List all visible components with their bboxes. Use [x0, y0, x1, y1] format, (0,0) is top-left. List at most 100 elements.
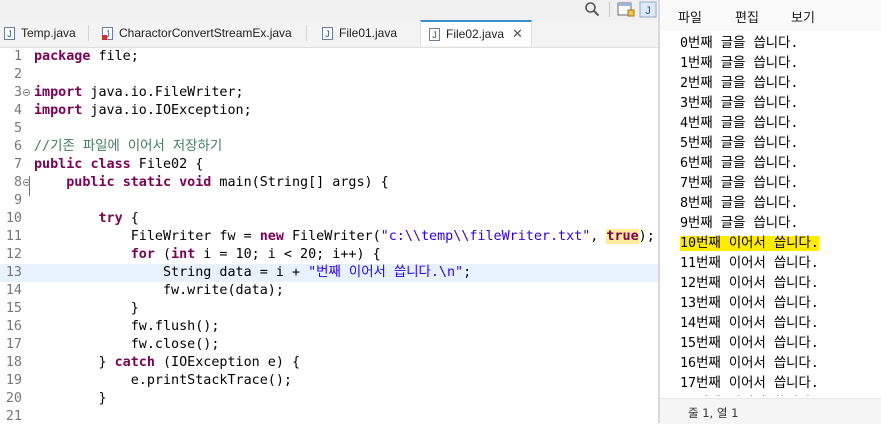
notepad-line: 8번째 글을 씁니다.: [680, 196, 799, 211]
tab-label: Temp.java: [21, 26, 76, 40]
line-number: 16: [5, 319, 22, 334]
tab-file02-java[interactable]: J File02.java ✕: [420, 20, 532, 46]
code-text: FileWriter fw = new FileWriter("c:\\temp…: [34, 229, 655, 244]
line-number: 18: [5, 355, 22, 370]
notepad-menubar: 파일 편집 보기: [660, 0, 881, 31]
line-number: 7: [13, 157, 22, 172]
code-text: fw.write(data);: [34, 283, 284, 298]
notepad-text-area[interactable]: 0번째 글을 씁니다. 1번째 글을 씁니다. 2번째 글을 씁니다. 3번째 글을 …: [680, 34, 880, 396]
notepad-line: 2번째 글을 씁니다.: [680, 76, 799, 91]
code-line[interactable]: 6 //기존 파일에 이어서 저장하기: [0, 138, 658, 156]
line-number: 5: [13, 121, 22, 136]
line-number: 9: [13, 193, 22, 208]
menu-edit[interactable]: 편집: [735, 7, 759, 26]
svg-text:J: J: [7, 29, 12, 39]
code-line[interactable]: 11 FileWriter fw = new FileWriter("c:\\t…: [0, 228, 658, 246]
tab-temp-java[interactable]: J Temp.java: [4, 20, 76, 46]
eclipse-editor-window: J J Temp.java J CharactorConvertStreamEx…: [0, 0, 658, 426]
tab-label: File01.java: [339, 26, 398, 40]
line-number: 1: [13, 49, 22, 64]
line-number: 20: [5, 391, 22, 406]
code-line[interactable]: 4 import java.io.IOException;: [0, 102, 658, 120]
code-line[interactable]: 19 e.printStackTrace();: [0, 372, 658, 390]
notepad-line: 11번째 이어서 씁니다.: [680, 256, 819, 271]
code-text: try {: [98, 211, 139, 226]
notepad-line: 17번째 이어서 씁니다.: [680, 376, 819, 391]
line-number: 10: [5, 211, 22, 226]
notepad-line: 13번째 이어서 씁니다.: [680, 296, 819, 311]
tab-file01-java[interactable]: J File01.java: [322, 20, 397, 46]
code-line[interactable]: 7 public class File02 {: [0, 156, 658, 174]
fold-toggle-icon[interactable]: [23, 89, 30, 96]
gutter-marker: [29, 176, 30, 196]
notepad-line: 12번째 이어서 씁니다.: [680, 276, 819, 291]
code-line[interactable]: 15 }: [0, 300, 658, 318]
menu-file[interactable]: 파일: [678, 7, 702, 26]
close-icon[interactable]: ✕: [512, 26, 523, 42]
line-number: 8: [13, 175, 22, 190]
svg-text:J: J: [432, 30, 437, 40]
code-text: }: [34, 391, 107, 406]
tab-charactorconvertstreamex-java[interactable]: J CharactorConvertStreamEx.java: [102, 20, 292, 46]
notepad-line: 16번째 이어서 씁니다.: [680, 356, 819, 371]
line-number: 14: [5, 283, 22, 298]
svg-text:J: J: [325, 29, 330, 39]
code-text: package file;: [34, 49, 139, 64]
notepad-line: 15번째 이어서 씁니다.: [680, 336, 819, 351]
code-line[interactable]: 8 public static void main(String[] args)…: [0, 174, 658, 192]
java-perspective-icon[interactable]: J: [639, 1, 657, 18]
code-text: import java.io.FileWriter;: [34, 85, 244, 100]
notepad-window: 파일 편집 보기 0번째 글을 씁니다. 1번째 글을 씁니다. 2번째 글을 씁니…: [658, 0, 881, 424]
notepad-line: 4번째 글을 씁니다.: [680, 116, 799, 131]
code-text: String data = i + "번째 이어서 씁니다.\n";: [34, 265, 472, 280]
java-file-icon: J: [102, 26, 113, 40]
notepad-line: 3번째 글을 씁니다.: [680, 96, 799, 111]
tab-label: CharactorConvertStreamEx.java: [119, 26, 292, 40]
code-text: } catch (IOException e) {: [34, 355, 301, 370]
code-line[interactable]: 18 } catch (IOException e) {: [0, 354, 658, 372]
code-text: public class File02 {: [34, 157, 204, 172]
code-line[interactable]: 13 String data = i + "번째 이어서 씁니다.\n";: [0, 264, 658, 282]
java-file-icon: J: [4, 26, 15, 40]
code-line[interactable]: 16 fw.flush();: [0, 318, 658, 336]
notepad-line: 7번째 글을 씁니다.: [680, 176, 799, 191]
editor-tab-bar: J Temp.java J CharactorConvertStreamEx.j…: [0, 20, 658, 48]
eclipse-toolbar: J: [0, 0, 658, 20]
line-number: 17: [5, 337, 22, 352]
java-file-icon: J: [429, 27, 440, 41]
code-line[interactable]: 14 fw.write(data);: [0, 282, 658, 300]
code-text: fw.flush();: [34, 319, 220, 334]
code-line[interactable]: 2: [0, 66, 658, 84]
notepad-line: 18번째 이어서 씁니다.: [680, 394, 880, 396]
code-line[interactable]: 20 }: [0, 390, 658, 408]
code-line[interactable]: 3 import java.io.FileWriter;: [0, 84, 658, 102]
code-line[interactable]: 12 for (int i = 10; i < 20; i++) {: [0, 246, 658, 264]
notepad-status-bar: 줄 1, 열 1: [660, 398, 881, 424]
notepad-line: 6번째 글을 씁니다.: [680, 156, 799, 171]
code-line[interactable]: 1 package file;: [0, 48, 658, 66]
code-editor[interactable]: 1 package file; 2 3 import java.io.FileWrite…: [0, 48, 658, 426]
line-number: 11: [5, 229, 22, 244]
line-number: 4: [13, 103, 22, 118]
line-number: 12: [5, 247, 22, 262]
code-line[interactable]: 21: [0, 408, 658, 426]
line-number: 21: [5, 409, 22, 424]
notepad-line: 10번째 이어서 씁니다.: [680, 236, 819, 251]
line-number: 6: [13, 139, 22, 154]
toolbar-separator: [609, 2, 610, 17]
notepad-line: 5번째 글을 씁니다.: [680, 136, 799, 151]
line-number: 19: [5, 373, 22, 388]
perspective-icon[interactable]: [617, 1, 635, 18]
code-line[interactable]: 17 fw.close();: [0, 336, 658, 354]
code-line[interactable]: 10 try {: [0, 210, 658, 228]
code-text: public static void main(String[] args) {: [66, 175, 389, 190]
code-line[interactable]: 9: [0, 192, 658, 210]
menu-view[interactable]: 보기: [791, 7, 815, 26]
code-line[interactable]: 5: [0, 120, 658, 138]
line-number: 13: [5, 265, 22, 280]
search-icon[interactable]: [584, 1, 600, 17]
code-text: }: [34, 301, 139, 316]
svg-text:J: J: [645, 5, 651, 17]
code-text: //기존 파일에 이어서 저장하기: [34, 139, 223, 154]
notepad-line: 14번째 이어서 씁니다.: [680, 316, 819, 331]
